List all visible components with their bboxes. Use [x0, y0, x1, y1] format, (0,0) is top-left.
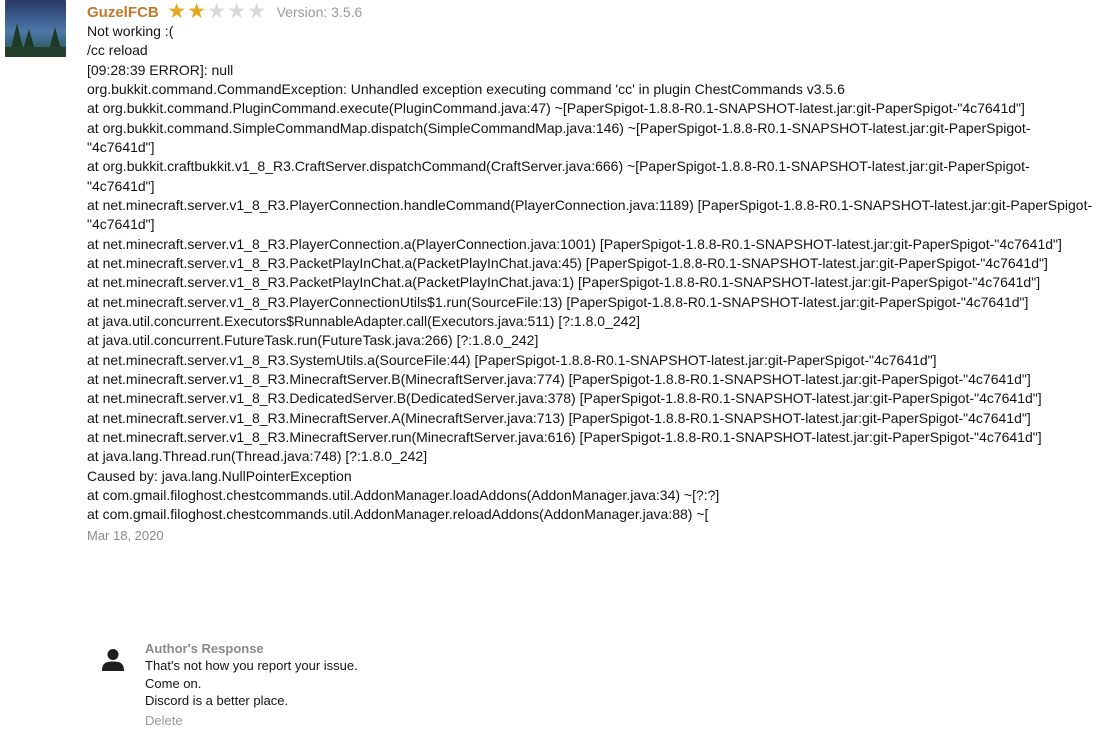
star-empty-icon: ★ [247, 0, 267, 23]
star-empty-icon: ★ [207, 0, 227, 23]
review-text-line: [09:28:39 ERROR]: null [87, 61, 234, 78]
delete-link[interactable]: Delete [145, 713, 358, 728]
review-text-line: at net.minecraft.server.v1_8_R3.PacketPl… [87, 274, 1041, 291]
review-text-line: at com.gmail.filoghost.chestcommands.uti… [87, 486, 720, 503]
username-link[interactable]: GuzelFCB [87, 4, 159, 21]
response-title: Author's Response [145, 641, 264, 656]
review-text-line: at java.util.concurrent.FutureTask.run(F… [87, 332, 539, 349]
review-text-line: /cc reload [87, 42, 148, 59]
review-text-line: at net.minecraft.server.v1_8_R3.Minecraf… [87, 370, 1031, 387]
response-content: Author's Response That's not how you rep… [145, 640, 358, 728]
star-filled-icon: ★ [167, 0, 187, 23]
review-text-line: at com.gmail.filoghost.chestcommands.uti… [87, 506, 709, 523]
review-date: Mar 18, 2020 [87, 527, 164, 543]
review-text-line: Caused by: java.lang.NullPointerExceptio… [87, 467, 352, 484]
review-text-line: at org.bukkit.craftbukkit.v1_8_R3.CraftS… [87, 158, 1030, 194]
response-text-line: That's not how you report your issue. [145, 658, 358, 673]
review-text-line: at net.minecraft.server.v1_8_R3.PlayerCo… [87, 235, 1062, 252]
person-icon [102, 649, 124, 671]
version-label: Version: 3.5.6 [276, 4, 363, 20]
review-text-line: at net.minecraft.server.v1_8_R3.PlayerCo… [87, 293, 1029, 310]
star-rating: ★ ★ ★ ★ ★ [167, 0, 267, 23]
avatar-ground [5, 47, 66, 57]
review-text-line: at org.bukkit.command.SimpleCommandMap.d… [87, 119, 1031, 155]
review-body: Not working :( /cc reload [09:28:39 ERROR]… [87, 22, 1093, 525]
response-text: That's not how you report your issue. Com… [145, 657, 358, 710]
review-text-line: at net.minecraft.server.v1_8_R3.PlayerCo… [87, 196, 1093, 233]
review-text-line: Not working :( [87, 23, 174, 39]
review-text-line: at net.minecraft.server.v1_8_R3.Minecraf… [87, 428, 1042, 445]
star-filled-icon: ★ [187, 0, 207, 23]
review-text-line: at net.minecraft.server.v1_8_R3.Dedicate… [87, 390, 1042, 407]
review-text-line: at org.bukkit.command.PluginCommand.exec… [87, 100, 1025, 117]
review-text-line: at net.minecraft.server.v1_8_R3.Minecraf… [87, 409, 1031, 426]
star-empty-icon: ★ [227, 0, 247, 23]
response-text-line: Discord is a better place. [145, 693, 289, 708]
review-text-line: at net.minecraft.server.v1_8_R3.PacketPl… [87, 254, 1048, 271]
review: GuzelFCB ★ ★ ★ ★ ★ Version: 3.5.6 Not workin… [87, 0, 1093, 543]
review-text-line: org.bukkit.command.CommandException: Unh… [87, 80, 845, 97]
review-header: GuzelFCB ★ ★ ★ ★ ★ Version: 3.5.6 [87, 0, 1093, 23]
review-text-line: at java.lang.Thread.run(Thread.java:748)… [87, 448, 428, 465]
review-text-line: at java.util.concurrent.Executors$Runnab… [87, 312, 641, 329]
response-text-line: Come on. [145, 675, 202, 691]
avatar[interactable] [5, 0, 66, 57]
review-text-line: at net.minecraft.server.v1_8_R3.SystemUt… [87, 351, 937, 368]
